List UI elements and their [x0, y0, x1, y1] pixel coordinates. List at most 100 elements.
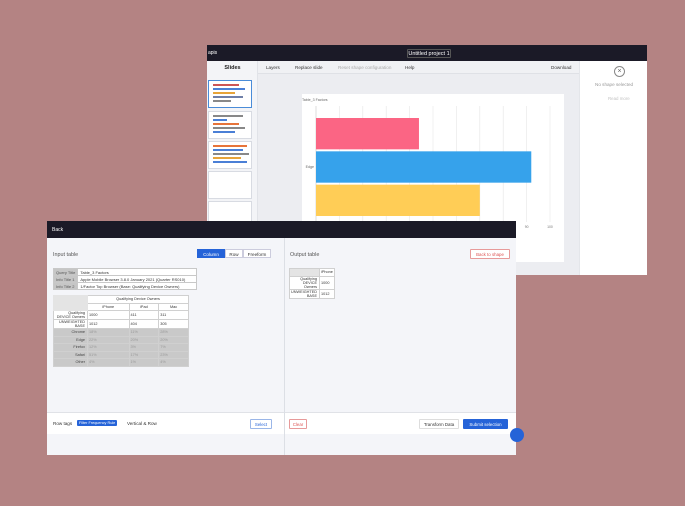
help-fab-button[interactable] — [510, 428, 524, 442]
info-value[interactable]: Apple Mobile Browser 3.8.0 January 2021 … — [77, 275, 197, 283]
table-cell[interactable]: 20% — [128, 335, 160, 344]
table-corner — [53, 302, 88, 311]
row-header[interactable]: Edge — [53, 335, 88, 344]
table-corner — [289, 268, 320, 277]
project-title-input[interactable]: Untitled project 1 — [407, 49, 451, 58]
info-value[interactable]: 1/Factor Top Browser (Base: Qualifying D… — [77, 282, 197, 290]
column-header[interactable]: iPhone — [87, 302, 130, 311]
table-cell[interactable]: 7% — [158, 343, 189, 352]
info-table: Query Title Table_3 Factors Info Title 1… — [52, 268, 197, 290]
row-header[interactable]: UNWEIGHTED BASE — [53, 319, 88, 329]
row-header[interactable]: Safari — [53, 350, 88, 359]
output-data-table: iPhone Qualifying DEVICE Owners 1000 UNWEI… — [289, 268, 335, 299]
table-row[interactable]: Firefox 12% 3% 7% — [53, 343, 189, 352]
table-cell[interactable]: 20% — [158, 335, 189, 344]
info-row: Query Title Table_3 Factors — [52, 268, 197, 276]
menu-help[interactable]: Help — [405, 65, 414, 70]
mode-column-button[interactable]: Column — [197, 249, 225, 258]
editor-menu-bar: Layers Replace slide Reset shape configu… — [258, 61, 579, 74]
mode-row-button[interactable]: Row — [225, 249, 243, 258]
app-name: apis — [208, 50, 218, 56]
clear-button[interactable]: Clear — [289, 419, 307, 429]
no-shape-message: No shape selected — [595, 82, 634, 87]
slide-thumbnail[interactable] — [208, 141, 252, 169]
table-cell[interactable]: 4% — [158, 358, 189, 367]
slide-thumbnail[interactable] — [208, 80, 252, 108]
table-cell[interactable]: 1000 — [87, 310, 130, 320]
info-key: Info Title 1 — [52, 275, 79, 283]
table-cell[interactable]: 11% — [128, 328, 160, 337]
table-editor-window: Back Input table Column Row Freeform Que… — [47, 221, 516, 455]
chart-bar — [316, 151, 532, 183]
info-key: Query Title — [52, 268, 79, 276]
menu-layers[interactable]: Layers — [266, 65, 280, 70]
table-cell[interactable]: 3% — [128, 343, 160, 352]
table-cell[interactable]: 311 — [158, 310, 189, 320]
row-header[interactable]: UNWEIGHTED BASE — [289, 288, 320, 299]
row-tag-value: Vertical & Row — [127, 421, 157, 426]
table-cell[interactable]: 18% — [87, 328, 130, 337]
row-tag-chip[interactable]: Filter Frequency Rule — [77, 420, 118, 426]
table-cell[interactable]: 17% — [128, 350, 160, 359]
input-bottom-bar: Row tags Filter Frequency Rule Vertical … — [47, 412, 284, 434]
group-header[interactable]: Qualifying Device Owners — [87, 295, 189, 304]
table-header-row: iPhone iPad Mac — [53, 302, 189, 311]
column-header[interactable]: iPhone — [319, 268, 335, 277]
table-cell[interactable]: 305 — [158, 319, 189, 329]
table-row[interactable]: UNWEIGHTED BASE 1012 404 305 — [53, 319, 189, 329]
table-row[interactable]: Safari 51% 17% 23% — [53, 350, 189, 359]
info-row: Info Title 2 1/Factor Top Browser (Base:… — [52, 282, 197, 290]
table-header-row: Qualifying Device Owners — [53, 295, 189, 304]
table-row[interactable]: Edge 22% 20% 20% — [53, 335, 189, 344]
row-header[interactable]: Firefox — [53, 343, 88, 352]
column-header[interactable]: iPad — [128, 302, 160, 311]
slide-thumbnail[interactable] — [208, 171, 252, 199]
x-tick-label: 100 — [547, 225, 553, 229]
read-more-link[interactable]: Read more — [608, 96, 630, 101]
input-data-table: Qualifying Device Owners iPhone iPad Mac… — [53, 295, 189, 367]
table-row[interactable]: UNWEIGHTED BASE 1012 — [289, 288, 335, 299]
info-value[interactable]: Table_3 Factors — [77, 268, 197, 276]
select-button[interactable]: Select — [250, 419, 272, 429]
row-header[interactable]: Other — [53, 358, 88, 367]
table-cell[interactable]: 22% — [87, 335, 130, 344]
transform-data-button[interactable]: Transform Data — [419, 419, 459, 429]
table-cell[interactable]: 12% — [87, 343, 130, 352]
menu-replace-slide[interactable]: Replace slide — [295, 65, 323, 70]
back-to-shape-button[interactable]: Back to shape — [470, 249, 510, 259]
table-row[interactable]: Qualifying DEVICE Owners 1000 — [289, 275, 335, 290]
slide-thumbnail[interactable] — [208, 111, 252, 139]
submit-selection-button[interactable]: Submit selection — [463, 419, 508, 429]
table-row[interactable]: Qualifying DEVICE Owners 1000 411 311 — [53, 310, 189, 320]
info-key: Info Title 2 — [52, 282, 79, 290]
table-cell[interactable]: 28% — [158, 328, 189, 337]
table-cell[interactable]: 51% — [87, 350, 130, 359]
row-header[interactable]: Chrome — [53, 328, 88, 337]
table-cell[interactable]: 411 — [128, 310, 160, 320]
table-cell[interactable]: 1000 — [319, 275, 335, 290]
table-cell[interactable]: 4% — [87, 358, 130, 367]
table-cell[interactable]: 1012 — [319, 288, 335, 299]
column-header[interactable]: Mac — [158, 302, 189, 311]
category-label: Edge — [306, 165, 314, 169]
menu-download[interactable]: Download — [551, 65, 571, 70]
mode-freeform-button[interactable]: Freeform — [243, 249, 271, 258]
table-cell[interactable]: 1012 — [87, 319, 130, 329]
table-cell[interactable]: 404 — [128, 319, 160, 329]
row-tags-label: Row tags — [53, 421, 73, 426]
table-corner — [53, 295, 88, 304]
row-header[interactable]: Qualifying DEVICE Owners — [53, 310, 88, 320]
info-row: Info Title 1 Apple Mobile Browser 3.8.0 … — [52, 275, 197, 283]
row-header[interactable]: Qualifying DEVICE Owners — [289, 275, 320, 290]
table-cell[interactable]: 1% — [128, 358, 160, 367]
table-cell[interactable]: 23% — [158, 350, 189, 359]
menu-reset-configuration[interactable]: Reset shape configuration — [338, 65, 391, 70]
back-button[interactable]: Back — [52, 227, 63, 233]
close-icon[interactable]: × — [614, 66, 625, 77]
output-bottom-bar: Clear Transform Data Submit selection — [285, 412, 516, 434]
table-row[interactable]: Chrome 18% 11% 28% — [53, 328, 189, 337]
slides-title: Slides — [224, 65, 241, 71]
table-row[interactable]: Other 4% 1% 4% — [53, 358, 189, 367]
properties-pane: × No shape selected Read more — [579, 61, 647, 275]
chart-title: Table_3 Factors — [302, 98, 328, 102]
